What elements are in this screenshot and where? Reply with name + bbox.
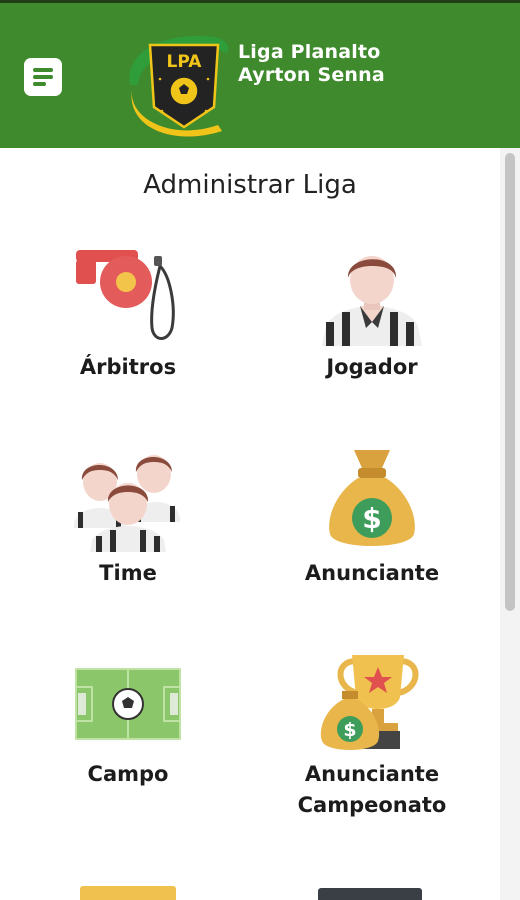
whistle-icon bbox=[76, 250, 175, 340]
svg-text:$: $ bbox=[362, 502, 381, 535]
tile-label: Anunciante Campeonato bbox=[297, 762, 447, 817]
tile-anunciante[interactable]: $ Anunciante bbox=[262, 448, 482, 589]
league-name-line2: Ayrton Senna bbox=[238, 64, 385, 86]
tile-label: Campo bbox=[87, 762, 169, 786]
main-content: Administrar Liga Árbitros Jogador Time $… bbox=[0, 148, 500, 900]
app-header: LPA Liga Planalto Ayrton Senna bbox=[0, 3, 520, 148]
tile-label: Time bbox=[99, 561, 157, 585]
menu-button[interactable] bbox=[24, 58, 62, 96]
tile-campo[interactable]: Campo bbox=[18, 653, 238, 790]
tile-arbitros[interactable]: Árbitros bbox=[18, 246, 238, 383]
next-tile-icon-left bbox=[80, 886, 176, 900]
next-tile-icon-right bbox=[318, 888, 422, 900]
money-bag-icon: $ bbox=[329, 450, 415, 546]
scrollbar-thumb[interactable] bbox=[505, 153, 515, 611]
trophy-money-icon: $ bbox=[320, 655, 419, 750]
team-icon bbox=[74, 455, 180, 552]
logo-text: LPA bbox=[167, 52, 203, 72]
soccer-field-icon bbox=[75, 668, 181, 740]
tile-jogador[interactable]: Jogador bbox=[262, 246, 482, 383]
page-title: Administrar Liga bbox=[143, 170, 357, 200]
tile-label: Anunciante bbox=[304, 561, 440, 585]
league-name: Liga Planalto Ayrton Senna bbox=[238, 41, 385, 87]
tile-label: Árbitros bbox=[79, 355, 177, 379]
player-icon bbox=[322, 256, 422, 346]
tile-time[interactable]: Time bbox=[18, 448, 238, 589]
league-name-line1: Liga Planalto bbox=[238, 41, 381, 63]
tile-anunciante-campeonato[interactable]: $ Anunciante Campeonato bbox=[262, 653, 482, 821]
league-logo: LPA bbox=[129, 36, 229, 137]
tile-label: Jogador bbox=[326, 355, 418, 379]
svg-text:$: $ bbox=[343, 719, 356, 741]
